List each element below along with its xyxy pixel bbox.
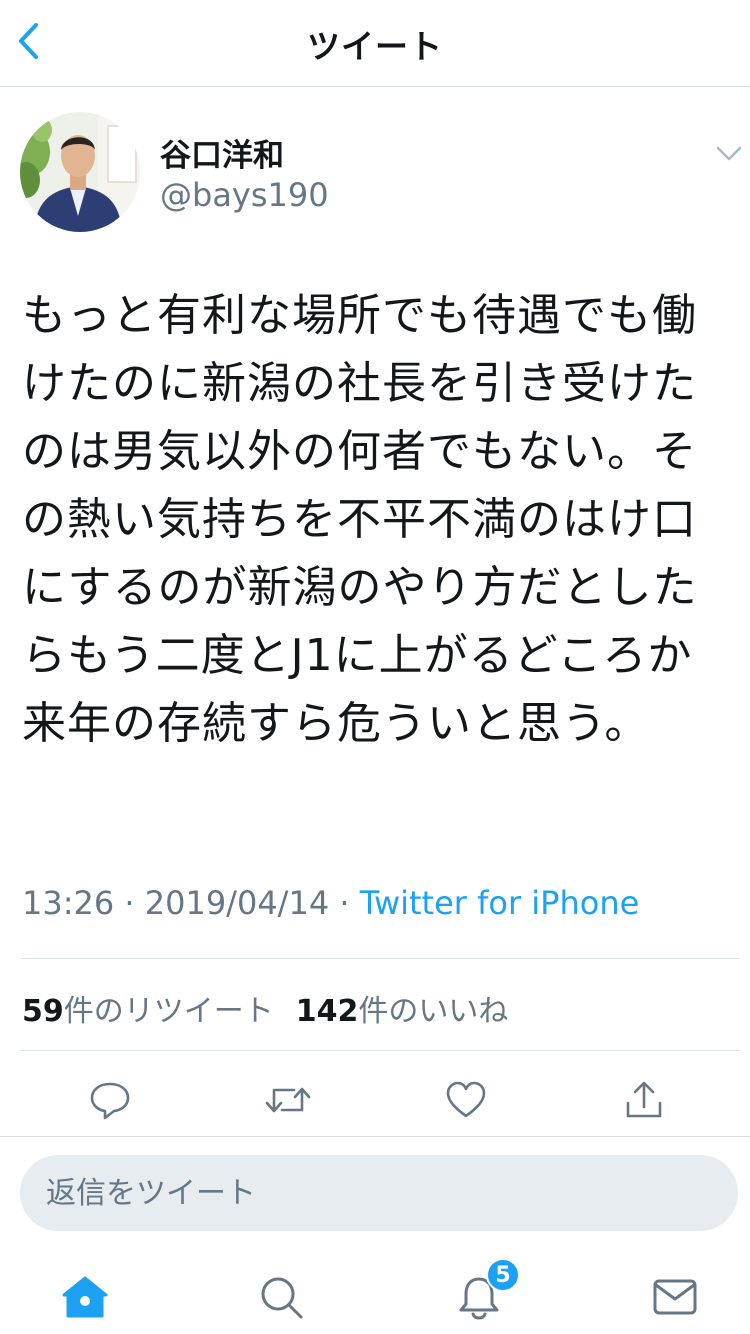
meta-separator: · [339,884,350,922]
tab-search[interactable] [256,1272,306,1322]
like-stat[interactable]: 142件のいいね [296,994,509,1029]
page-title: ツイート [307,27,443,66]
share-button[interactable] [620,1076,668,1124]
tweet-stats: 59件のリツイート 142件のいいね [22,986,508,1030]
tweet-time: 13:26 [22,884,115,922]
divider [20,1050,740,1051]
user-handle[interactable]: @bays190 [160,176,329,214]
mail-icon [653,1279,697,1315]
tab-messages[interactable] [650,1272,700,1322]
avatar[interactable] [20,112,140,232]
like-count: 142 [295,994,359,1029]
notification-badge: 5 [486,1258,520,1292]
home-icon [62,1276,108,1318]
reply-input[interactable] [20,1155,738,1231]
retweet-count: 59 [22,994,64,1029]
tweet-date: 2019/04/14 [144,884,330,922]
tweet-detail-screen: ツイート 谷口洋和 @bays190 もっと有利な場所でも待遇でも働けたのに新潟… [0,0,750,1334]
divider [20,958,740,959]
retweet-label: 件のリツイート [63,994,274,1029]
tweet-actions [0,1070,750,1130]
reply-bar [0,1136,750,1249]
tweet-source-link[interactable]: Twitter for iPhone [360,884,640,922]
display-name[interactable]: 谷口洋和 [160,130,284,175]
share-icon [626,1081,662,1118]
chevron-down-icon [716,146,742,161]
tweet-text: もっと有利な場所でも待遇でも働けたのに新潟の社長を引き受けたのは男気以外の何者で… [22,290,698,749]
reply-button[interactable] [86,1076,134,1124]
tweet-meta: 13:26 · 2019/04/14 · Twitter for iPhone [22,884,639,922]
tweet-menu-button[interactable] [712,142,746,166]
retweet-button[interactable] [264,1076,312,1124]
tab-bar: 5 [0,1250,750,1334]
heart-icon [446,1081,486,1118]
search-icon [261,1277,303,1319]
like-label: 件のいいね [358,994,509,1029]
tweet-author: 谷口洋和 @bays190 [0,100,750,250]
user-avatar-icon [20,112,140,232]
like-button[interactable] [442,1076,490,1124]
reply-icon [90,1082,130,1120]
retweet-icon [265,1087,311,1113]
navigation-bar: ツイート [0,0,750,87]
meta-separator: · [124,884,135,922]
retweet-stat[interactable]: 59件のリツイート [22,994,274,1029]
tab-home[interactable] [60,1272,110,1322]
